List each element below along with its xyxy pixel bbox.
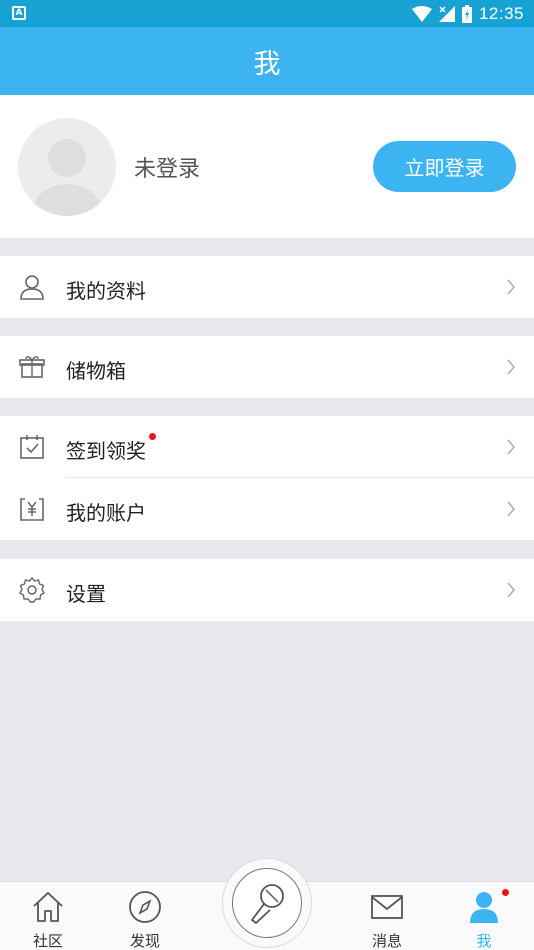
notification-dot: [502, 889, 509, 896]
menu-item-label: 储物箱: [66, 359, 126, 383]
tab-messages[interactable]: 消息: [352, 882, 422, 950]
app-header: 我: [0, 27, 534, 95]
tab-label: 社区: [32, 932, 63, 950]
record-button-inner: [232, 868, 302, 938]
tab-community[interactable]: 社区: [13, 882, 83, 950]
menu-item-label: 签到领奖: [66, 439, 146, 463]
microphone-icon: [251, 884, 284, 924]
tab-discover[interactable]: 发现: [110, 882, 180, 950]
menu-item-label: 我的账户: [66, 501, 146, 525]
compass-icon: [129, 891, 161, 923]
tab-me[interactable]: 我: [449, 882, 519, 950]
chevron-right-icon: [507, 359, 515, 375]
cell-signal-icon: [438, 6, 455, 22]
menu-group-storage: 储物箱: [0, 336, 534, 398]
menu-item-my-account[interactable]: 我的账户: [0, 478, 534, 540]
wifi-icon: [411, 6, 432, 22]
login-status: 未登录: [134, 157, 201, 182]
default-avatar-icon: [33, 139, 101, 216]
page-title: 我: [253, 48, 281, 80]
tab-label: 发现: [129, 932, 160, 950]
menu-item-label: 设置: [66, 582, 106, 606]
home-icon: [33, 892, 63, 922]
menu-group-rewards: 签到领奖 我的账户: [0, 416, 534, 540]
envelope-icon: [371, 895, 403, 919]
user-icon: [470, 892, 498, 923]
calendar-check-icon: [20, 435, 44, 459]
tab-label: 消息: [371, 932, 402, 950]
notification-dot: [149, 433, 156, 440]
menu-group-profile: 我的资料: [0, 256, 534, 318]
menu-group-settings: 设置: [0, 559, 534, 621]
menu-item-storage-box[interactable]: 储物箱: [0, 336, 534, 398]
menu-item-my-profile[interactable]: 我的资料: [0, 256, 534, 318]
profile-card: 未登录 立即登录: [0, 95, 534, 238]
status-bar: A 12:35: [0, 0, 534, 27]
user-outline-icon: [20, 275, 44, 300]
avatar[interactable]: [18, 118, 116, 216]
clock: 12:35: [478, 4, 524, 23]
chevron-right-icon: [507, 279, 515, 295]
gear-icon: [19, 577, 45, 603]
menu-item-label: 我的资料: [66, 279, 146, 303]
record-button[interactable]: [222, 858, 312, 948]
battery-icon: [461, 5, 472, 23]
menu-item-settings[interactable]: 设置: [0, 559, 534, 621]
chevron-right-icon: [507, 582, 515, 598]
chevron-right-icon: [507, 501, 515, 517]
status-icons: 12:35: [411, 3, 524, 25]
menu-item-checkin-rewards[interactable]: 签到领奖: [0, 416, 534, 478]
chevron-right-icon: [507, 439, 515, 455]
tab-label: 我: [476, 932, 492, 950]
gift-box-icon: [19, 356, 45, 378]
notification-app-icon: A: [12, 6, 26, 20]
wallet-yen-icon: [20, 498, 44, 521]
login-button[interactable]: 立即登录: [373, 141, 516, 192]
